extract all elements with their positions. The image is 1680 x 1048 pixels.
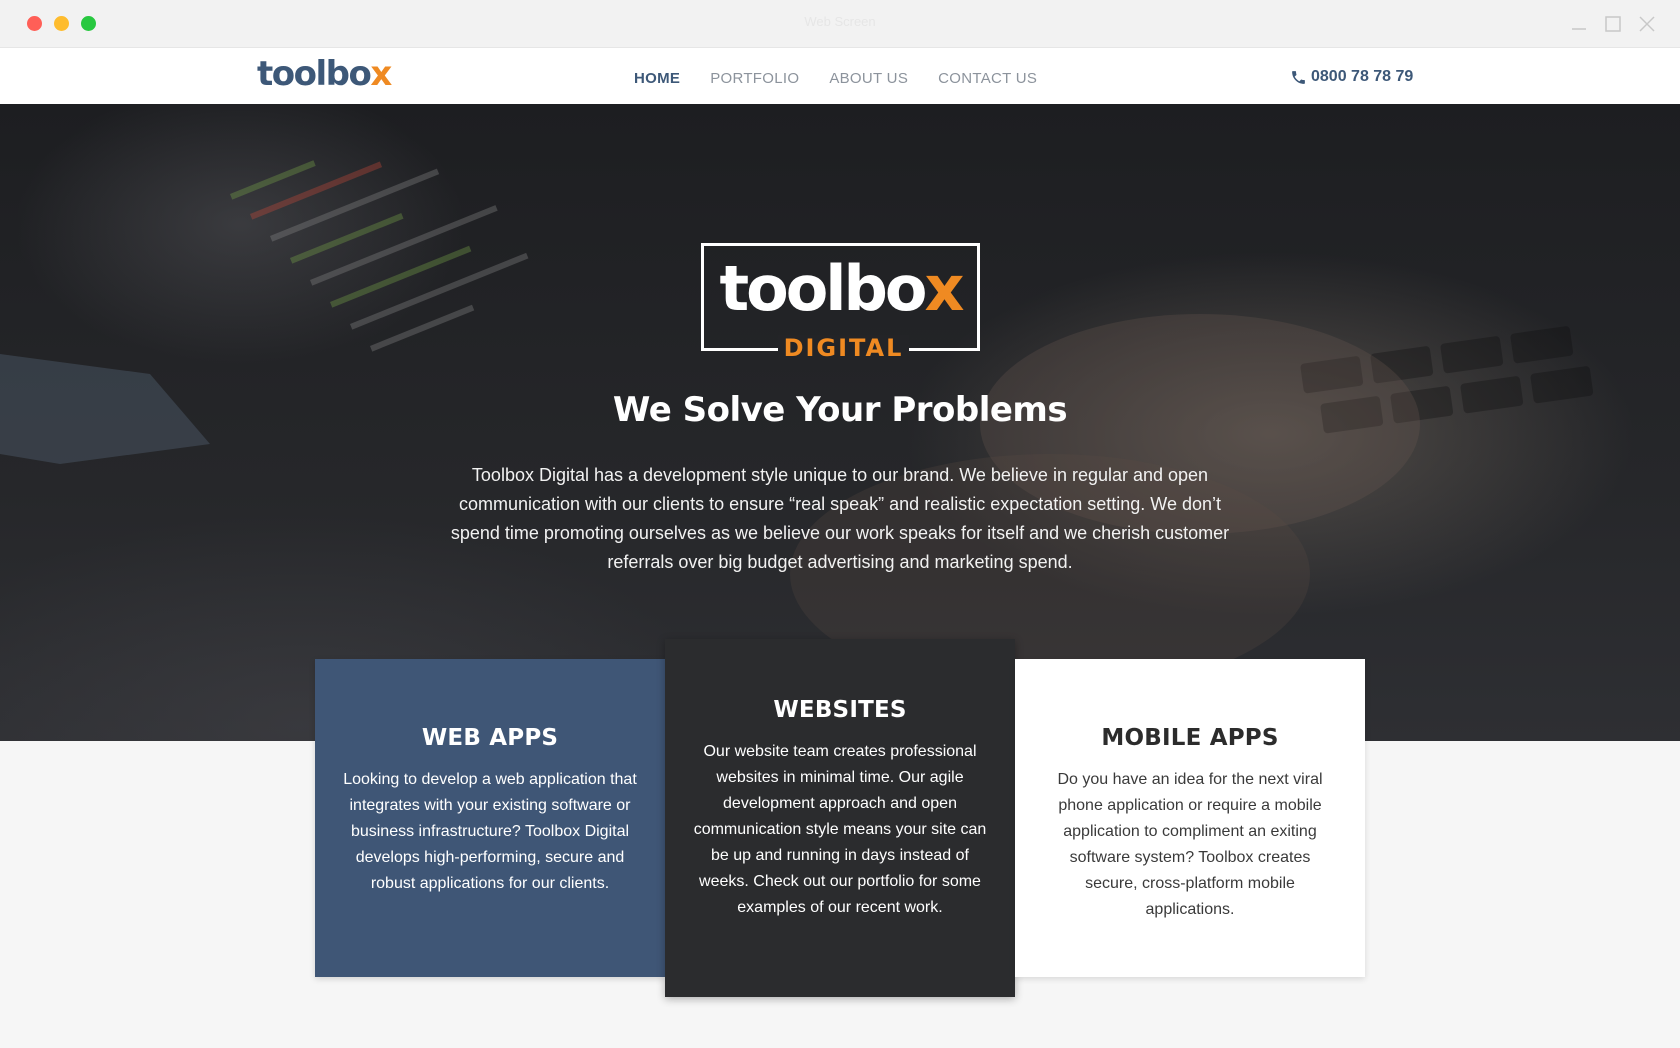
hero-logo-subtitle: DIGITAL [778, 335, 909, 361]
service-card-mobile-apps[interactable]: MOBILE APPS Do you have an idea for the … [1015, 659, 1365, 977]
card-text: Do you have an idea for the next viral p… [1057, 771, 1323, 918]
phone-icon [1292, 70, 1305, 84]
card-title: WEBSITES [773, 697, 907, 723]
site-logo[interactable]: toolbox [257, 54, 392, 94]
hero-description: Toolbox Digital has a development style … [450, 465, 1230, 572]
card-text: Looking to develop a web application tha… [343, 771, 637, 892]
nav-link-home[interactable]: HOME [634, 70, 680, 87]
phone-link[interactable]: 0800 78 78 79 [1290, 68, 1413, 86]
nav-link-portfolio[interactable]: PORTFOLIO [710, 70, 799, 87]
window-titlebar: Web Screen [0, 0, 1680, 48]
main-nav: HOME PORTFOLIO ABOUT US CONTACT US [634, 70, 1067, 87]
nav-link-about-us[interactable]: ABOUT US [829, 70, 908, 87]
hero-title: We Solve Your Problems [612, 390, 1068, 430]
card-title: WEB APPS [421, 725, 559, 751]
hero-logo-word: toolbox [704, 258, 977, 320]
minimize-icon[interactable] [1569, 14, 1589, 34]
hero-logo-accent: x [924, 252, 965, 325]
site-navbar: toolbox HOME PORTFOLIO ABOUT US CONTACT … [0, 48, 1680, 104]
window-title: Web Screen [804, 14, 876, 29]
maximize-icon[interactable] [1603, 14, 1623, 34]
hero-logo-text: toolbo [719, 252, 927, 325]
phone-number: 0800 78 78 79 [1311, 68, 1414, 85]
hero-logo: toolbox DIGITAL [701, 243, 980, 361]
service-card-web-apps[interactable]: WEB APPS Looking to develop a web applic… [315, 659, 665, 977]
logo-text: toolbo [257, 54, 372, 94]
logo-accent: x [370, 54, 392, 94]
card-title: MOBILE APPS [1101, 725, 1279, 751]
nav-link-contact-us[interactable]: CONTACT US [938, 70, 1037, 87]
close-icon[interactable] [1637, 14, 1657, 34]
service-card-websites[interactable]: WEBSITES Our website team creates profes… [665, 639, 1015, 997]
card-text: Our website team creates professional we… [693, 743, 987, 916]
browser-window: Web Screen toolbox HOME PORTFOLIO ABOUT … [0, 0, 1680, 1048]
